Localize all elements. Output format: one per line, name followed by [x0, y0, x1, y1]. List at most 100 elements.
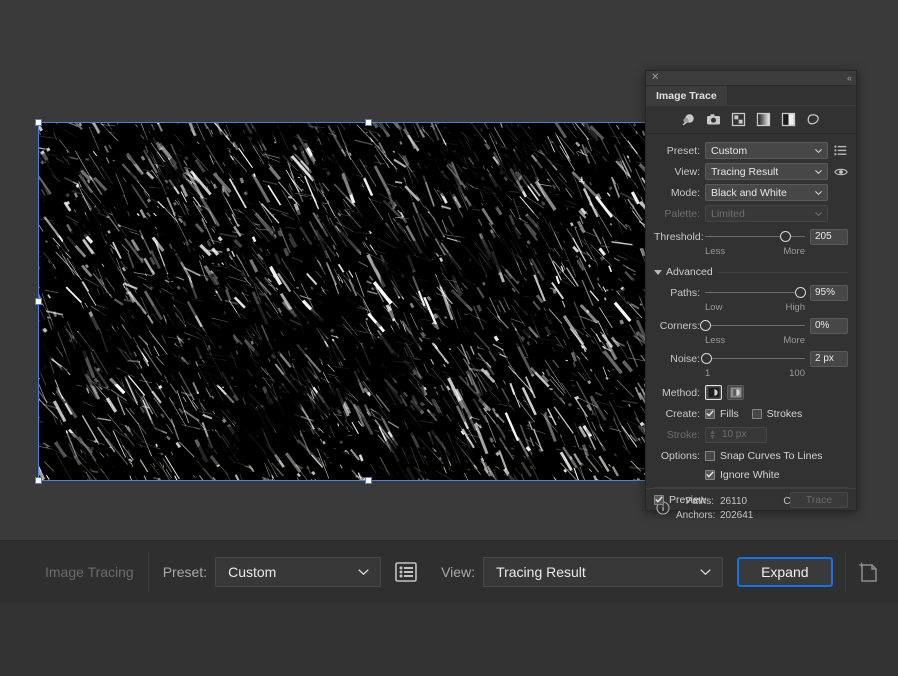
chevron-down-icon — [815, 190, 822, 195]
advanced-disclosure[interactable]: Advanced — [654, 263, 848, 281]
chevron-down-icon — [815, 148, 822, 153]
embed-document-icon[interactable] — [854, 559, 880, 585]
noise-min-label: 1 — [705, 368, 711, 379]
control-bar-lower-region — [0, 603, 898, 676]
control-bar-view-select[interactable]: Tracing Result — [483, 557, 724, 587]
corners-max-label: More — [783, 335, 805, 346]
panel-titlebar: ✕ « — [646, 71, 856, 86]
info-line-anchors: Anchors: 202641 — [676, 508, 848, 522]
stepper-arrows-icon: ▲ ▼ — [709, 428, 716, 441]
strokes-checkbox[interactable] — [751, 408, 762, 419]
mode-select[interactable]: Black and White — [705, 184, 828, 201]
threshold-min-label: Less — [705, 246, 726, 257]
high-color-icon[interactable] — [706, 112, 722, 128]
snap-curves-checkbox[interactable] — [705, 450, 715, 461]
corners-slider[interactable] — [699, 319, 805, 333]
chevron-down-icon — [815, 169, 822, 174]
collapse-icon[interactable]: « — [847, 72, 852, 84]
control-bar-preset-select[interactable]: Custom — [215, 557, 382, 587]
chevron-down-icon — [815, 211, 822, 216]
paths-label: Paths: — [670, 286, 700, 299]
noise-knob[interactable] — [700, 352, 712, 364]
close-icon[interactable]: ✕ — [651, 72, 659, 84]
preset-select[interactable]: Custom — [705, 142, 828, 159]
noise-range-labels: 1 100 — [654, 368, 848, 382]
view-row: View: Tracing Result — [654, 161, 848, 182]
paths-max-label: High — [785, 302, 805, 313]
corners-input[interactable]: 0% — [810, 317, 848, 334]
corners-value: 0% — [815, 320, 830, 331]
strokes-checkbox-group[interactable]: Strokes — [751, 408, 802, 420]
corners-knob[interactable] — [699, 319, 711, 331]
paths-row: Paths: 95% — [654, 283, 848, 302]
paths-min-label: Low — [705, 302, 723, 313]
view-select[interactable]: Tracing Result — [705, 163, 828, 180]
trace-mode-icon-row — [646, 106, 856, 134]
overlapping-icon[interactable] — [727, 385, 744, 400]
control-bar-separator — [147, 552, 149, 592]
image-trace-panel: ✕ « Image Trace Preset: Custom View: Tra… — [645, 70, 857, 521]
eye-icon[interactable] — [833, 164, 848, 179]
control-bar-title: Image Tracing — [45, 564, 134, 580]
preset-row: Preset: Custom — [654, 140, 848, 161]
ignore-white-checkbox-group[interactable]: Ignore White — [705, 469, 780, 481]
expand-button-label: Expand — [761, 564, 809, 580]
control-bar-preset-label: Preset: — [162, 564, 208, 580]
black-and-white-icon[interactable] — [781, 112, 797, 128]
outline-icon[interactable] — [806, 112, 822, 128]
preview-label: Preview — [669, 493, 707, 506]
paths-input[interactable]: 95% — [810, 284, 848, 301]
threshold-input[interactable]: 205 — [810, 228, 848, 245]
tab-image-trace[interactable]: Image Trace — [646, 86, 727, 106]
low-color-icon[interactable] — [731, 112, 747, 128]
fills-label: Fills — [720, 407, 739, 420]
expand-button[interactable]: Expand — [737, 557, 833, 587]
threshold-slider[interactable] — [705, 230, 805, 244]
noise-input[interactable]: 2 px — [810, 350, 848, 367]
paths-track — [705, 291, 805, 293]
panel-body: Preset: Custom View: Tracing Result Mode… — [646, 134, 856, 524]
paths-range-labels: Low High — [654, 302, 848, 316]
noise-slider[interactable] — [700, 352, 805, 366]
threshold-label: Threshold: — [654, 230, 704, 243]
paths-slider[interactable] — [705, 286, 806, 300]
threshold-max-label: More — [783, 246, 805, 257]
corners-row: Corners: 0% — [654, 316, 848, 335]
tab-filler — [726, 86, 856, 106]
paths-knob[interactable] — [794, 286, 806, 298]
control-bar-view-label: View: — [441, 564, 476, 580]
stroke-label: Stroke: — [666, 428, 700, 441]
preview-checkbox[interactable] — [654, 494, 664, 505]
snap-curves-label: Snap Curves To Lines — [720, 449, 823, 462]
noise-label: Noise: — [670, 352, 700, 365]
illustrator-window: ✕ « Image Trace Preset: Custom View: Tra… — [0, 0, 898, 676]
fills-checkbox-group[interactable]: Fills — [705, 408, 739, 420]
noise-track — [705, 357, 805, 359]
mode-row: Mode: Black and White — [654, 182, 848, 203]
grayscale-icon[interactable] — [756, 112, 772, 128]
trace-button: Trace — [790, 491, 848, 508]
mode-value: Black and White — [711, 186, 787, 199]
auto-color-icon[interactable] — [681, 112, 697, 128]
paths-value: 95% — [815, 287, 836, 298]
mode-label: Mode: — [670, 186, 700, 199]
preset-menu-icon[interactable] — [833, 143, 848, 158]
advanced-divider — [716, 271, 848, 273]
info-anchors-label: Anchors: — [676, 509, 716, 521]
snap-curves-checkbox-group[interactable]: Snap Curves To Lines — [705, 450, 823, 462]
create-label: Create: — [665, 407, 700, 420]
palette-row: Palette: Limited — [654, 203, 848, 224]
traced-hatch-artwork[interactable] — [38, 122, 699, 481]
view-label: View: — [674, 165, 701, 178]
abutting-icon[interactable] — [705, 385, 722, 400]
preset-label: Preset: — [666, 144, 700, 157]
threshold-knob[interactable] — [779, 230, 791, 242]
ignore-white-checkbox[interactable] — [705, 469, 715, 480]
control-bar-row: Image Tracing Preset: Custom View: Traci… — [0, 541, 898, 603]
palette-value: Limited — [711, 207, 745, 220]
image-tracing-control-bar: Image Tracing Preset: Custom View: Traci… — [0, 540, 898, 676]
create-row: Create: Fills Strokes — [654, 403, 848, 424]
corners-range-labels: Less More — [654, 335, 848, 349]
fills-checkbox[interactable] — [705, 408, 715, 419]
preset-menu-icon[interactable] — [393, 559, 419, 585]
